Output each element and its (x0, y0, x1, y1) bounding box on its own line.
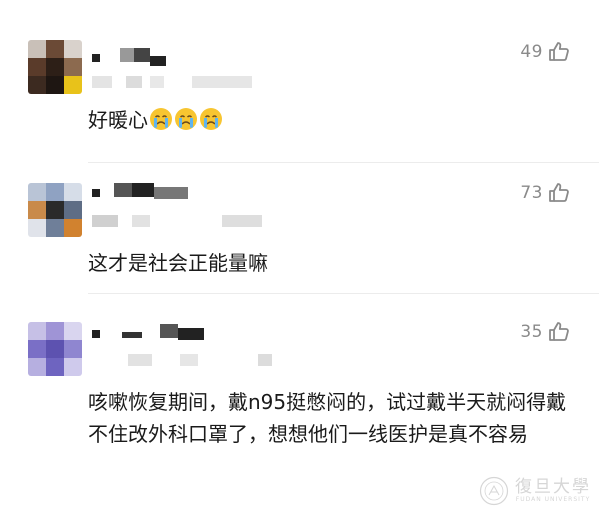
crying-face-emoji (149, 107, 173, 131)
comment-text: 这才是社会正能量嘛 (88, 251, 268, 275)
username-blurred[interactable] (92, 183, 202, 203)
meta-blurred (92, 213, 272, 229)
crying-face-emoji (199, 107, 223, 131)
like-count: 49 (520, 42, 543, 62)
avatar[interactable] (28, 40, 82, 94)
comment-body: 咳嗽恢复期间，戴n95挺憋闷的，试过戴半天就闷得戴不住改外科口罩了，想想他们一线… (88, 386, 575, 450)
watermark-subtitle: FUDAN UNIVERSITY (515, 496, 591, 503)
thumbs-up-outline-icon (549, 322, 569, 341)
comment-text: 咳嗽恢复期间，戴n95挺憋闷的，试过戴半天就闷得戴不住改外科口罩了，想想他们一线… (88, 390, 567, 446)
watermark: 復旦大學 FUDAN UNIVERSITY (479, 476, 591, 506)
comment-text: 好暖心 (88, 108, 148, 132)
avatar[interactable] (28, 183, 82, 237)
like-button[interactable]: 35 (520, 320, 571, 344)
username-blurred[interactable] (92, 324, 222, 344)
like-count: 73 (520, 183, 543, 203)
comment-body: 这才是社会正能量嘛 (88, 247, 575, 279)
like-button[interactable]: 49 (520, 40, 571, 64)
meta-blurred (92, 352, 292, 368)
avatar[interactable] (28, 322, 82, 376)
watermark-title: 復旦大學 (515, 477, 591, 497)
thumbs-up-outline-icon (549, 183, 569, 202)
comment-body: 好暖心 (88, 104, 575, 136)
like-count: 35 (520, 322, 543, 342)
comment-item: 73 这才是社会正能量嘛 (0, 163, 599, 293)
comment-item: 49 好暖心 (0, 0, 599, 170)
like-button[interactable]: 73 (520, 181, 571, 205)
thumbs-up-outline-icon (549, 42, 569, 61)
university-seal-icon (479, 476, 509, 506)
crying-face-emoji (174, 107, 198, 131)
username-blurred[interactable] (92, 48, 172, 68)
meta-blurred (92, 74, 272, 90)
